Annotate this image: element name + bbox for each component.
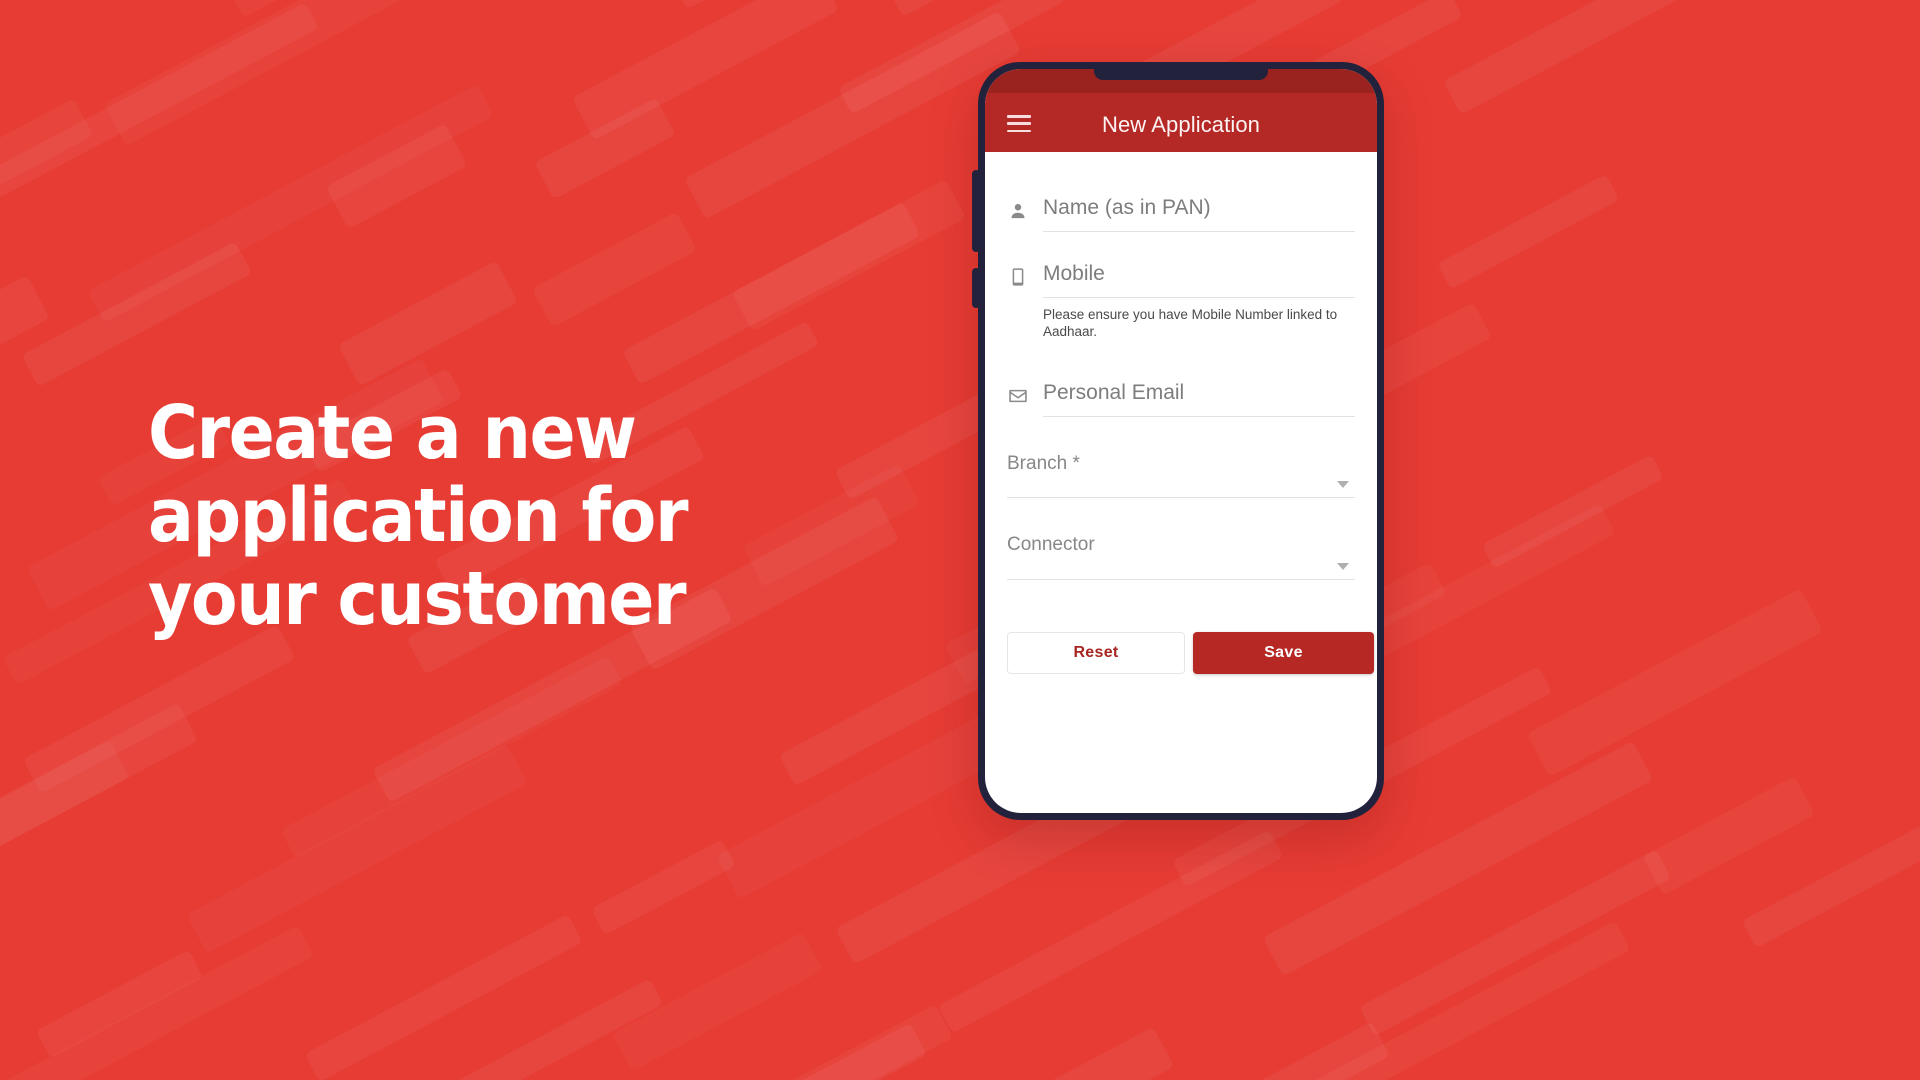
hamburger-menu-icon[interactable] <box>1007 115 1031 132</box>
field-personal-email[interactable]: Personal Email <box>1007 375 1355 417</box>
envelope-icon <box>1007 385 1029 407</box>
field-personal-email-label: Personal Email <box>1043 381 1185 405</box>
field-mobile-label: Mobile <box>1043 261 1105 285</box>
field-connector-underline <box>1007 578 1355 580</box>
phone-mockup: New Application Name (as in PAN) Mobile … <box>972 62 1384 820</box>
field-branch-underline <box>1007 497 1355 499</box>
form-actions: Reset Save <box>1007 631 1374 674</box>
chevron-down-icon[interactable] <box>1337 562 1349 570</box>
field-name-underline <box>1043 230 1355 232</box>
field-personal-email-underline <box>1043 415 1355 417</box>
phone-power-button <box>972 268 980 308</box>
field-branch[interactable]: Branch * <box>1007 449 1355 499</box>
field-name-label: Name (as in PAN) <box>1043 196 1211 219</box>
field-name[interactable]: Name (as in PAN) <box>1007 190 1355 232</box>
reset-button[interactable]: Reset <box>1007 631 1185 674</box>
new-application-form: Name (as in PAN) Mobile Please ensure yo… <box>985 152 1377 674</box>
mobile-phone-icon <box>1007 266 1029 288</box>
save-button[interactable]: Save <box>1193 631 1374 674</box>
person-icon <box>1007 200 1029 222</box>
page-headline: Create a new application for your custom… <box>148 390 689 642</box>
chevron-down-icon[interactable] <box>1337 481 1349 489</box>
field-branch-label: Branch * <box>1007 452 1080 474</box>
phone-volume-button <box>972 170 980 252</box>
field-mobile-helper-text: Please ensure you have Mobile Number lin… <box>1043 306 1338 340</box>
field-connector[interactable]: Connector <box>1007 530 1355 580</box>
app-bar: New Application <box>985 69 1377 152</box>
field-connector-label: Connector <box>1007 534 1095 556</box>
app-bar-title: New Application <box>1101 112 1261 137</box>
phone-notch-icon <box>1094 69 1268 80</box>
phone-screen: New Application Name (as in PAN) Mobile … <box>985 69 1377 813</box>
field-mobile[interactable]: Mobile Please ensure you have Mobile Num… <box>1007 256 1355 341</box>
